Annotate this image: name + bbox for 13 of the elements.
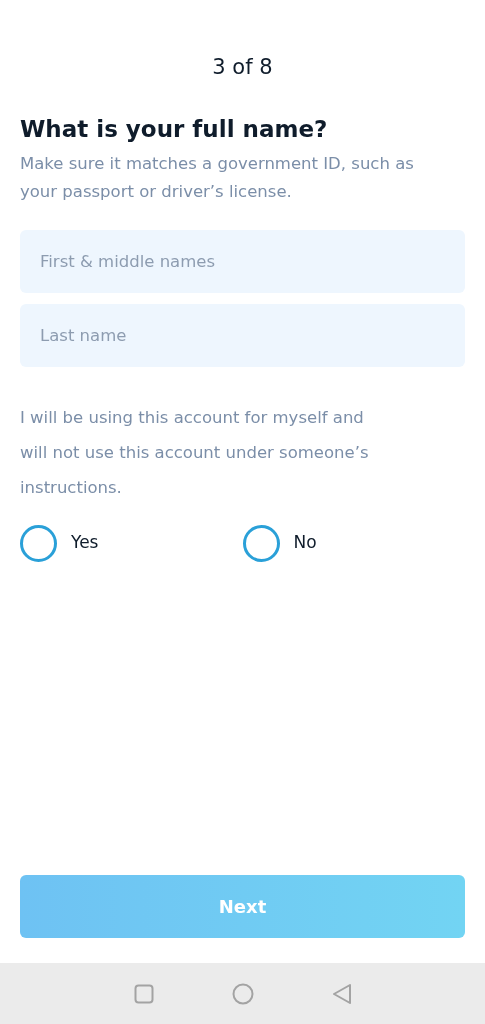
radio-button[interactable] — [20, 524, 57, 562]
radio-button[interactable] — [242, 524, 280, 562]
radio-option[interactable]: No — [242, 524, 465, 562]
statement-text: I will be using this account for myself and will not use this account under someone’s instructions. — [20, 406, 370, 499]
step-counter: 3 of 8 — [212, 54, 273, 81]
text-field[interactable]: Last name — [20, 303, 465, 367]
square-icon[interactable] — [133, 983, 154, 1004]
subtitle: Make sure it matches a government ID, such as your passport or driver’s license. — [20, 152, 415, 203]
radio-option[interactable]: Yes — [20, 524, 243, 562]
page-title: What is your full name? — [20, 114, 329, 144]
back-icon[interactable] — [331, 982, 352, 1005]
circle-icon[interactable] — [231, 982, 254, 1005]
text-field[interactable]: First & middle names — [20, 229, 465, 293]
